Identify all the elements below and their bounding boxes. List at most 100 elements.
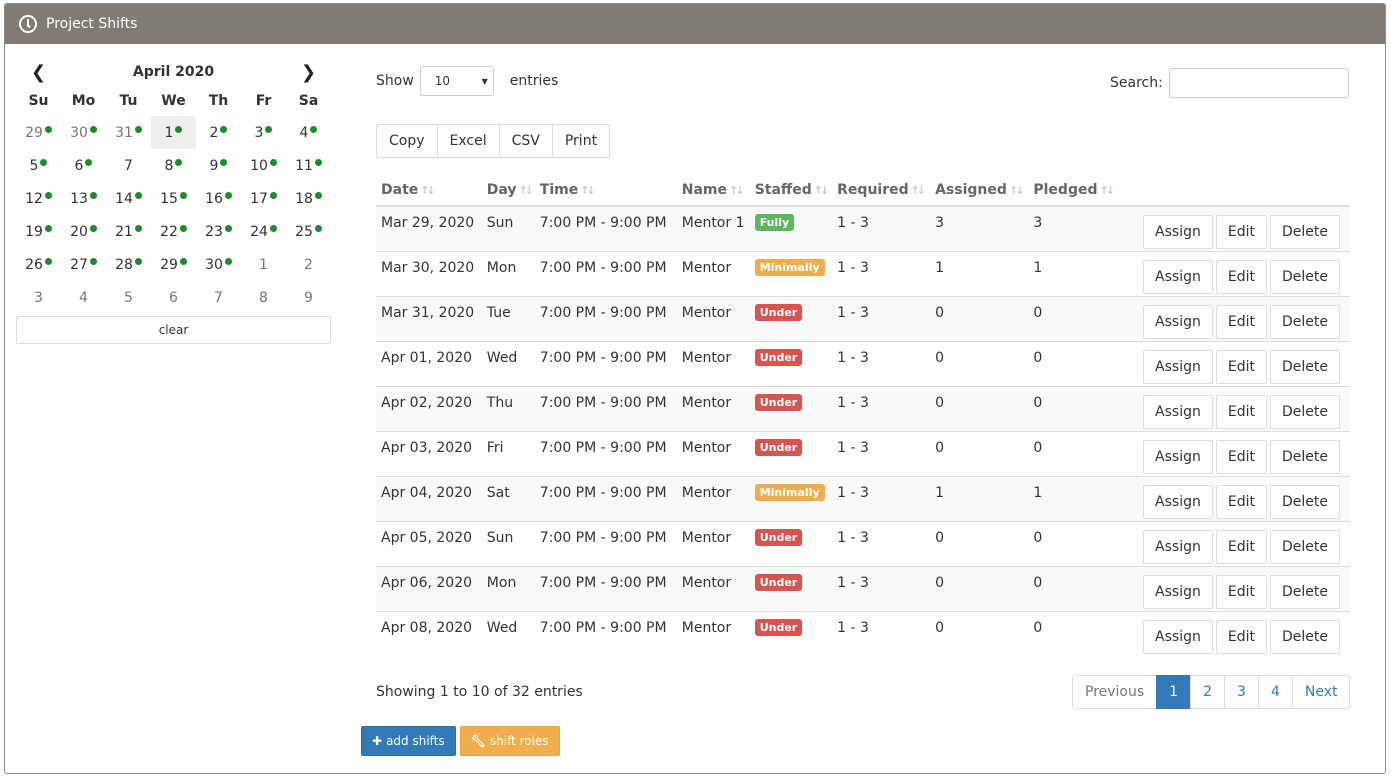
pagination-previous[interactable]: Previous	[1072, 675, 1158, 709]
calendar-day[interactable]: 5	[106, 281, 151, 314]
calendar-day[interactable]: 5	[16, 149, 61, 182]
shift-roles-button[interactable]: 🔧︎ shift roles	[459, 726, 560, 756]
calendar-day[interactable]: 29	[151, 248, 196, 281]
assign-button[interactable]: Assign	[1143, 439, 1213, 474]
edit-button[interactable]: Edit	[1215, 439, 1267, 474]
add-shifts-button[interactable]: ✚ add shifts	[361, 726, 456, 756]
delete-button[interactable]: Delete	[1270, 439, 1340, 474]
edit-button[interactable]: Edit	[1215, 574, 1267, 609]
pagination-next[interactable]: Next	[1291, 675, 1351, 709]
calendar-day[interactable]: 14	[106, 182, 151, 215]
calendar-day[interactable]: 10	[241, 149, 286, 182]
calendar-day[interactable]: 15	[151, 182, 196, 215]
calendar-day[interactable]: 8	[241, 281, 286, 314]
csv-button[interactable]: CSV	[498, 124, 553, 158]
calendar-month-title[interactable]: April 2020	[61, 64, 286, 80]
calendar-day[interactable]: 31	[106, 116, 151, 149]
chevron-left-icon[interactable]: ❮	[16, 58, 61, 86]
calendar-day-number: 4	[79, 289, 88, 306]
edit-button[interactable]: Edit	[1215, 529, 1267, 564]
delete-button[interactable]: Delete	[1270, 215, 1340, 249]
edit-button[interactable]: Edit	[1215, 394, 1267, 429]
copy-button[interactable]: Copy	[376, 124, 438, 158]
calendar-day[interactable]: 23	[196, 215, 241, 248]
calendar-day[interactable]: 30	[196, 248, 241, 281]
assign-button[interactable]: Assign	[1143, 304, 1213, 339]
calendar-day[interactable]: 2	[196, 116, 241, 149]
column-header-staffed[interactable]: Staffed ↑↓	[749, 174, 833, 207]
edit-button[interactable]: Edit	[1215, 259, 1267, 294]
calendar-day[interactable]: 16	[196, 182, 241, 215]
calendar-day[interactable]: 9	[196, 149, 241, 182]
column-header-required[interactable]: Required ↑↓	[832, 174, 931, 207]
pagination-page[interactable]: 4	[1257, 675, 1293, 709]
search-input[interactable]	[1168, 68, 1349, 98]
calendar-day[interactable]: 3	[241, 116, 286, 149]
delete-button[interactable]: Delete	[1270, 529, 1340, 564]
calendar-day[interactable]: 24	[241, 215, 286, 248]
calendar-day[interactable]: 6	[151, 281, 196, 314]
calendar-day[interactable]: 1	[151, 116, 196, 149]
calendar-clear-button[interactable]: clear	[16, 316, 331, 344]
calendar-day[interactable]: 27	[61, 248, 106, 281]
assign-button[interactable]: Assign	[1143, 529, 1213, 564]
excel-button[interactable]: Excel	[436, 124, 500, 158]
calendar-day[interactable]: 22	[151, 215, 196, 248]
edit-button[interactable]: Edit	[1215, 349, 1267, 384]
calendar-day[interactable]: 20	[61, 215, 106, 248]
calendar-day[interactable]: 30	[61, 116, 106, 149]
assign-button[interactable]: Assign	[1143, 349, 1213, 384]
pagination-page[interactable]: 3	[1224, 675, 1259, 709]
delete-button[interactable]: Delete	[1270, 484, 1340, 519]
column-header-name[interactable]: Name ↑↓	[676, 174, 750, 207]
calendar-day[interactable]: 29	[16, 116, 61, 149]
delete-button[interactable]: Delete	[1270, 619, 1340, 654]
column-header-date[interactable]: Date ↑↓	[376, 174, 482, 207]
edit-button[interactable]: Edit	[1215, 304, 1267, 339]
assign-button[interactable]: Assign	[1143, 215, 1213, 249]
edit-button[interactable]: Edit	[1215, 484, 1267, 519]
calendar-day[interactable]: 3	[16, 281, 61, 314]
calendar-day[interactable]: 25	[286, 215, 331, 248]
column-header-assigned[interactable]: Assigned ↑↓	[930, 174, 1029, 207]
calendar-day[interactable]: 6	[61, 149, 106, 182]
assign-button[interactable]: Assign	[1143, 259, 1213, 294]
delete-button[interactable]: Delete	[1270, 259, 1340, 294]
calendar-day[interactable]: 7	[106, 149, 151, 182]
pagination-page[interactable]: 1	[1156, 675, 1192, 709]
column-header-day[interactable]: Day ↑↓	[481, 174, 535, 207]
calendar-day[interactable]: 8	[151, 149, 196, 182]
calendar-day[interactable]: 13	[61, 182, 106, 215]
calendar-day[interactable]: 26	[16, 248, 61, 281]
calendar-day[interactable]: 7	[196, 281, 241, 314]
delete-button[interactable]: Delete	[1270, 394, 1340, 429]
delete-button[interactable]: Delete	[1270, 304, 1340, 339]
print-button[interactable]: Print	[551, 124, 611, 158]
edit-button[interactable]: Edit	[1215, 215, 1267, 249]
calendar-day[interactable]: 18	[286, 182, 331, 215]
calendar-day[interactable]: 1	[241, 248, 286, 281]
calendar-day[interactable]: 19	[16, 215, 61, 248]
delete-button[interactable]: Delete	[1270, 349, 1340, 384]
edit-button[interactable]: Edit	[1215, 619, 1267, 654]
column-header-time[interactable]: Time ↑↓	[534, 174, 677, 207]
calendar-day[interactable]: 21	[106, 215, 151, 248]
calendar-day[interactable]: 4	[286, 116, 331, 149]
delete-button[interactable]: Delete	[1270, 574, 1340, 609]
assign-button[interactable]: Assign	[1143, 574, 1213, 609]
assign-button[interactable]: Assign	[1143, 619, 1213, 654]
calendar-day[interactable]: 11	[286, 149, 331, 182]
calendar-day[interactable]: 9	[286, 281, 331, 314]
calendar-day[interactable]: 4	[61, 281, 106, 314]
entries-length-select[interactable]: 10 ▼	[419, 66, 494, 96]
pagination: Previous 1 2 3 4 Next	[1072, 675, 1351, 709]
assign-button[interactable]: Assign	[1143, 484, 1213, 519]
calendar-day[interactable]: 28	[106, 248, 151, 281]
column-header-pledged[interactable]: Pledged ↑↓	[1028, 174, 1119, 207]
chevron-right-icon[interactable]: ❯	[286, 58, 331, 86]
pagination-page[interactable]: 2	[1190, 675, 1226, 709]
calendar-day[interactable]: 2	[286, 248, 331, 281]
calendar-day[interactable]: 12	[16, 182, 61, 215]
assign-button[interactable]: Assign	[1143, 394, 1213, 429]
calendar-day[interactable]: 17	[241, 182, 286, 215]
